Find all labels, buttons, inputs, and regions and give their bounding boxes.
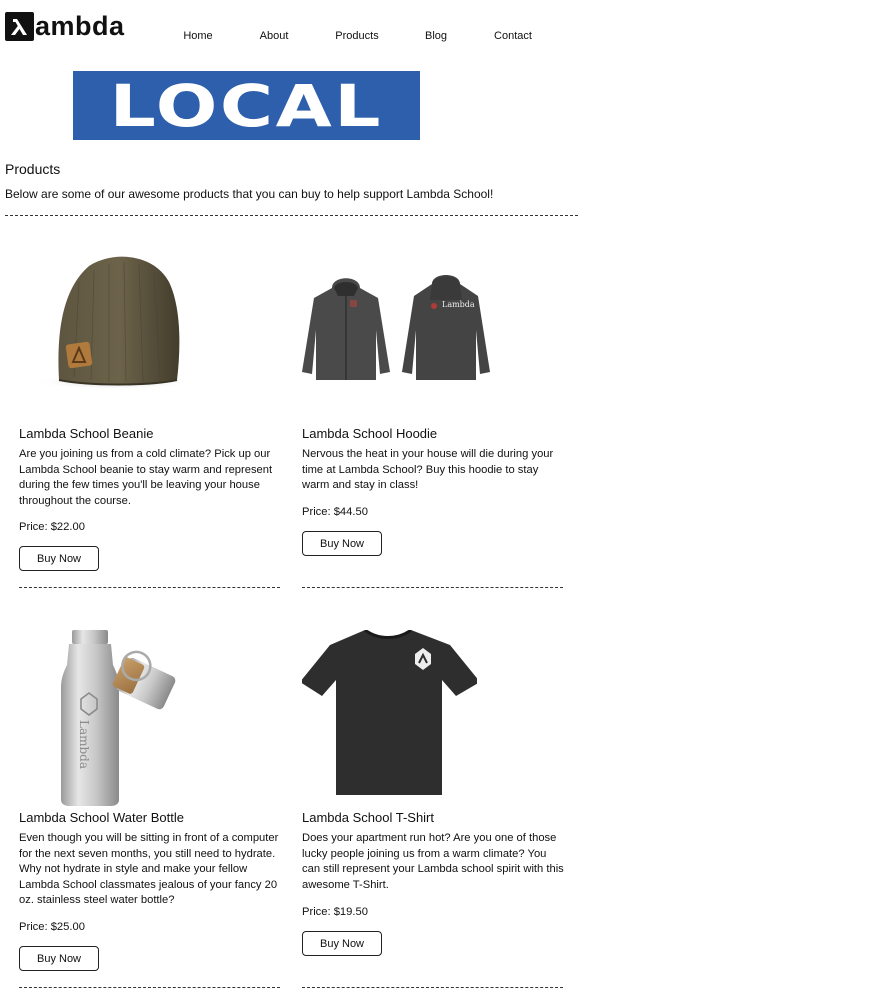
hoodie-print-label: Lambda xyxy=(442,300,475,309)
product-description: Even though you will be sitting in front… xyxy=(19,832,279,907)
buy-now-button[interactable]: Buy Now xyxy=(19,546,99,571)
product-card-beanie: Lambda School Beanie Are you joining us … xyxy=(19,240,281,590)
nav-products[interactable]: Products xyxy=(335,30,378,42)
bottle-print-label: Lambda xyxy=(77,720,91,770)
product-price: Price: $22.00 xyxy=(19,521,85,533)
nav-about[interactable]: About xyxy=(260,30,289,42)
banner-text: LOCAL xyxy=(109,71,384,140)
card-divider xyxy=(302,587,563,588)
products-heading: Products xyxy=(5,161,61,177)
product-title: Lambda School Beanie xyxy=(19,426,154,441)
main-nav: Home About Products Blog Contact xyxy=(0,30,882,46)
product-card-water-bottle: Lambda Lambda School Water Bottle Even t… xyxy=(19,625,281,995)
buy-now-button[interactable]: Buy Now xyxy=(302,931,382,956)
product-description: Are you joining us from a cold climate? … xyxy=(19,448,273,507)
beanie-image xyxy=(19,252,194,392)
product-title: Lambda School Hoodie xyxy=(302,426,438,441)
product-title: Lambda School Water Bottle xyxy=(19,810,184,825)
product-description: Does your apartment run hot? Are you one… xyxy=(302,832,564,891)
t-shirt-image xyxy=(300,628,480,800)
buy-now-button[interactable]: Buy Now xyxy=(19,946,99,971)
product-title: Lambda School T-Shirt xyxy=(302,810,434,825)
nav-blog[interactable]: Blog xyxy=(425,30,447,42)
water-bottle-image: Lambda xyxy=(19,625,189,807)
product-description: Nervous the heat in your house will die … xyxy=(302,448,554,492)
product-card-hoodie: Lambda Lambda School Hoodie Nervous the … xyxy=(302,240,564,590)
product-price: Price: $44.50 xyxy=(302,506,368,518)
local-banner: LOCAL xyxy=(73,71,420,140)
card-divider xyxy=(302,987,563,988)
product-price: Price: $25.00 xyxy=(19,921,85,933)
buy-now-button[interactable]: Buy Now xyxy=(302,531,382,556)
hoodie-image: Lambda xyxy=(302,270,497,390)
products-description: Below are some of our awesome products t… xyxy=(5,187,494,201)
section-divider xyxy=(5,215,578,216)
card-divider xyxy=(19,987,280,988)
product-card-t-shirt: Lambda School T-Shirt Does your apartmen… xyxy=(300,625,564,995)
nav-home[interactable]: Home xyxy=(183,30,212,42)
nav-contact[interactable]: Contact xyxy=(494,30,532,42)
card-divider xyxy=(19,587,280,588)
product-price: Price: $19.50 xyxy=(302,906,368,918)
site-header: ambda Home About Products Blog Contact xyxy=(0,0,882,60)
